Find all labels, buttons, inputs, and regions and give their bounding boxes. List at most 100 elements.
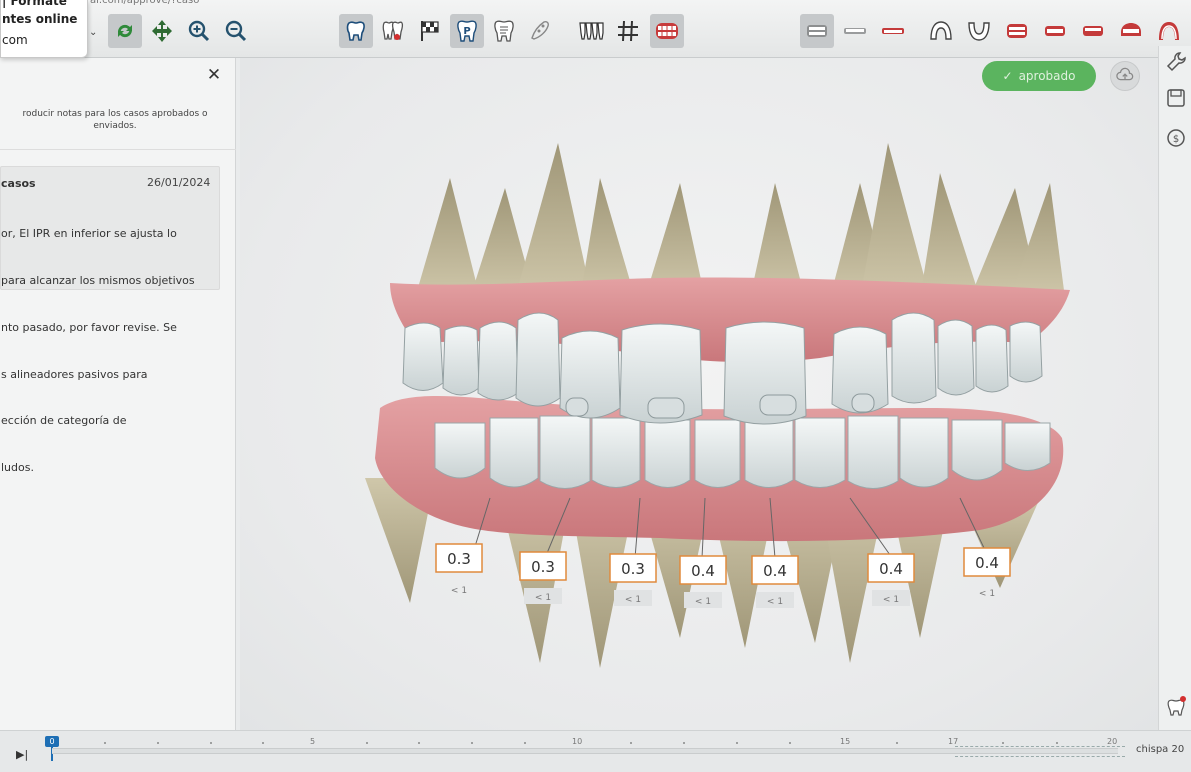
- stage-dot[interactable]: [630, 742, 632, 744]
- sync-icon: [117, 24, 133, 38]
- tooth-chart-button[interactable]: [1164, 694, 1188, 718]
- bite-view-icon: [1121, 23, 1141, 36]
- ipr-sub: < 1: [883, 595, 899, 605]
- side-view-button[interactable]: [1076, 14, 1110, 48]
- arch-icon: [579, 22, 604, 40]
- zoom-out-button[interactable]: [219, 14, 253, 48]
- note-line: or, El IPR en inferior se ajusta lo: [1, 227, 177, 241]
- 3d-viewer[interactable]: 0.3 < 1 0.3 < 1 0.3 < 1 0.4 < 1 0.4 < 1 …: [240, 58, 1158, 730]
- address-bar[interactable]: ai.com/approve/?caso: [90, 0, 250, 6]
- ipr-value: 0.3: [621, 560, 645, 578]
- stage-dot[interactable]: [896, 742, 898, 744]
- ipr-sub: < 1: [695, 597, 711, 607]
- tooth-notes-icon: [494, 20, 514, 42]
- svg-text:P: P: [463, 26, 470, 37]
- ipr-label[interactable]: 0.4 < 1: [679, 555, 727, 608]
- stage-dot[interactable]: [1056, 742, 1058, 744]
- ipr-label[interactable]: 0.3 < 1: [519, 551, 567, 604]
- teeth-red-icon: [382, 21, 404, 40]
- p-view-button[interactable]: P: [450, 14, 484, 48]
- tab-domain: com: [2, 33, 28, 47]
- dental-model[interactable]: 0.3 < 1 0.3 < 1 0.3 < 1 0.4 < 1 0.4 < 1 …: [240, 58, 1158, 730]
- tooth-view-button[interactable]: [339, 14, 373, 48]
- grid-icon: [618, 20, 638, 42]
- upper-view-button[interactable]: [876, 14, 910, 48]
- upload-button[interactable]: [1110, 61, 1140, 91]
- stage-dot[interactable]: [471, 742, 473, 744]
- note-line: ludos.: [1, 461, 34, 475]
- status-label: aprobado: [1018, 69, 1076, 83]
- left-view-button[interactable]: [1000, 14, 1034, 48]
- ipr-value: 0.3: [531, 558, 555, 576]
- move-icon: [152, 20, 172, 42]
- upper-view-icon: [882, 28, 904, 34]
- zoom-in-button[interactable]: [182, 14, 216, 48]
- arch-button[interactable]: [574, 14, 608, 48]
- tooth-notes-button[interactable]: [487, 14, 521, 48]
- passive-aligner-zone: [955, 746, 1125, 757]
- left-view-icon: [1007, 24, 1027, 38]
- flag-button[interactable]: [413, 14, 447, 48]
- ipr-label[interactable]: 0.3 < 1: [609, 553, 657, 606]
- mouth-view-button[interactable]: [650, 14, 684, 48]
- ipr-sub: < 1: [767, 597, 783, 607]
- tooth-outline-icon: [531, 21, 549, 40]
- occlusal-button[interactable]: [1152, 14, 1186, 48]
- flag-icon: [421, 21, 439, 41]
- stage-dot[interactable]: [210, 742, 212, 744]
- tick-label: 10: [572, 737, 583, 746]
- ipr-label[interactable]: 0.4 < 1: [963, 547, 1011, 599]
- ipr-label[interactable]: 0.4 < 1: [751, 555, 799, 608]
- notes-panel: ✕ roducir notas para los casos aprobados…: [0, 58, 236, 730]
- stage-dot[interactable]: [789, 742, 791, 744]
- approved-status-button[interactable]: ✓ aprobado: [982, 61, 1096, 91]
- stage-dot[interactable]: [683, 742, 685, 744]
- upper-roots: [415, 143, 1065, 298]
- lower-view-button[interactable]: [838, 14, 872, 48]
- tooth-outline-button[interactable]: [524, 14, 558, 48]
- note-line: nto pasado, por favor revise. Se: [1, 320, 177, 334]
- close-icon[interactable]: ✕: [205, 66, 223, 84]
- stage-dot[interactable]: [524, 742, 526, 744]
- stage-dot[interactable]: [736, 742, 738, 744]
- occlusal-icon: [1159, 22, 1179, 40]
- note-body: or, El IPR en inferior se ajusta lo para…: [1, 195, 216, 507]
- right-view-button[interactable]: [1038, 14, 1072, 48]
- grid-button[interactable]: [611, 14, 645, 48]
- stage-dot[interactable]: [366, 742, 368, 744]
- tick-label: 15: [840, 737, 851, 746]
- attachments-button[interactable]: [376, 14, 410, 48]
- right-sidebar: $: [1158, 46, 1191, 730]
- history-button[interactable]: $: [1164, 126, 1188, 150]
- ipr-sub: < 1: [535, 593, 551, 603]
- stage-dot[interactable]: [1002, 742, 1004, 744]
- stage-dot[interactable]: [418, 742, 420, 744]
- note-date: 26/01/2024: [147, 176, 211, 189]
- current-stage-marker[interactable]: 0: [45, 736, 59, 747]
- stage-dot[interactable]: [157, 742, 159, 744]
- stage-dot[interactable]: [262, 742, 264, 744]
- play-icon[interactable]: ▶|: [16, 748, 28, 761]
- browser-tab-popup[interactable]: | Formate ntes online com: [0, 0, 88, 58]
- stage-label: chispa 20: [1136, 744, 1185, 755]
- mouth-icon: [656, 23, 678, 39]
- save-button[interactable]: [1164, 86, 1188, 110]
- lower-arch-button[interactable]: [962, 14, 996, 48]
- stage-dot[interactable]: [104, 742, 106, 744]
- tick-label: 17: [948, 737, 959, 746]
- ipr-label[interactable]: 0.4 < 1: [867, 553, 915, 606]
- history-icon: $: [1167, 129, 1185, 147]
- screen: ai.com/approve/?caso ⌄ P | Formate ntes …: [0, 0, 1191, 772]
- move-button[interactable]: [145, 14, 179, 48]
- front-view-button[interactable]: [800, 14, 834, 48]
- sync-view-button[interactable]: [108, 14, 142, 48]
- ipr-sub: < 1: [979, 589, 995, 599]
- bite-view-button[interactable]: [1114, 14, 1148, 48]
- settings-button[interactable]: [1164, 50, 1188, 74]
- caret-down-icon[interactable]: ⌄: [89, 27, 97, 38]
- tick-label: 5: [310, 737, 316, 746]
- upper-arch-button[interactable]: [924, 14, 958, 48]
- ipr-label[interactable]: 0.3 < 1: [435, 543, 483, 596]
- side-view-icon: [1083, 26, 1103, 36]
- cloud-upload-icon: [1116, 67, 1134, 81]
